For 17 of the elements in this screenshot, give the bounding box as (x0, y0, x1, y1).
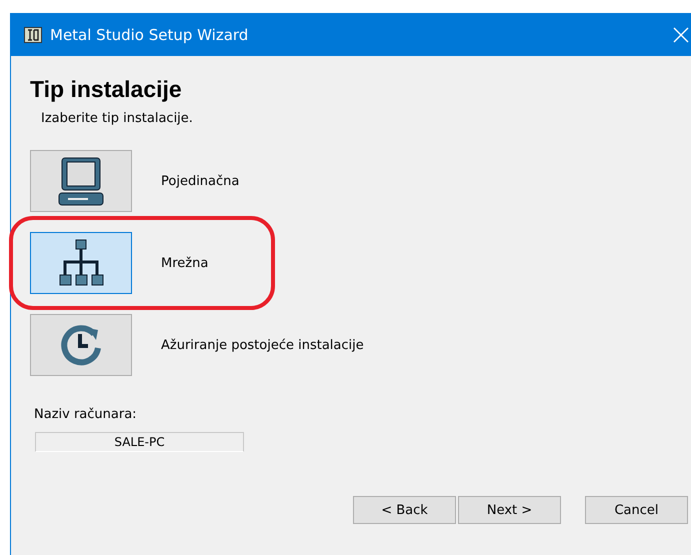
wizard-button[interactable]: < Back (353, 496, 456, 524)
option-button[interactable] (30, 232, 132, 294)
page-heading: Tip instalacije (30, 76, 183, 103)
option-label: Pojedinačna (161, 174, 240, 188)
computer-name-field[interactable]: SALE-PC (35, 432, 244, 452)
wizard-button[interactable]: Cancel (585, 496, 688, 524)
page-subheading: Izaberite tip instalacije. (41, 111, 194, 126)
field-label: Naziv računara: (34, 407, 138, 422)
option-label: Mrežna (161, 256, 208, 270)
network-icon (58, 238, 104, 288)
window-title: Metal Studio Setup Wizard (50, 26, 250, 44)
wizard-button[interactable]: Next > (458, 496, 561, 524)
close-icon[interactable] (673, 26, 689, 42)
option-label: Ažuriranje postojeće instalacije (161, 338, 364, 352)
option-button[interactable] (30, 150, 132, 212)
app-icon (24, 26, 42, 42)
computer-icon (58, 156, 104, 206)
